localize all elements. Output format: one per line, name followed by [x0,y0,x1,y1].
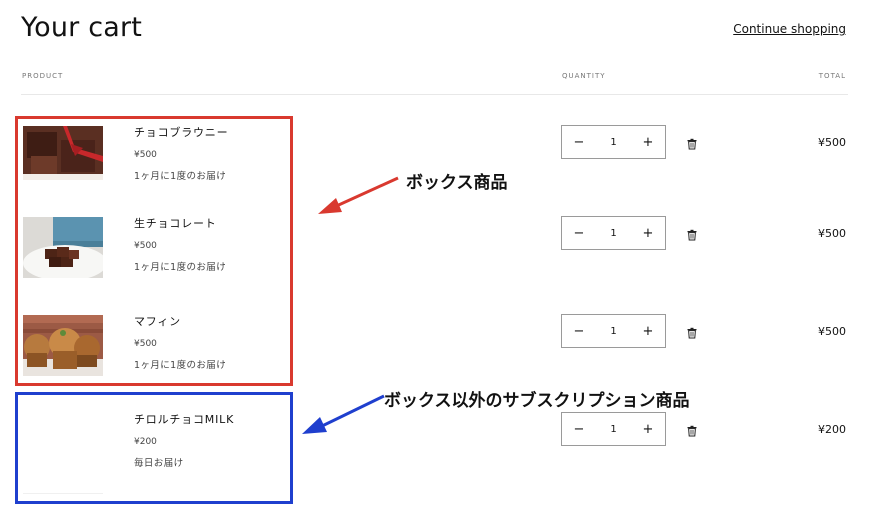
quantity-input[interactable]: 1 [596,228,631,239]
increase-button[interactable]: + [631,422,665,437]
blue-arrow-icon [302,394,385,434]
line-total: ¥500 [818,227,846,240]
increase-button[interactable]: + [631,135,665,150]
line-total: ¥200 [818,423,846,436]
red-arrow-icon [318,176,399,214]
trash-icon[interactable] [686,425,698,437]
quantity-input[interactable]: 1 [596,326,631,337]
line-total: ¥500 [818,136,846,149]
quantity-stepper: − 1 + [561,125,666,159]
header-total: TOTAL [818,72,846,80]
trash-icon[interactable] [686,138,698,150]
decrease-button[interactable]: − [562,226,596,241]
trash-icon[interactable] [686,327,698,339]
other-subscription-highlight [15,392,293,504]
quantity-stepper: − 1 + [561,314,666,348]
quantity-input[interactable]: 1 [596,137,631,148]
quantity-stepper: − 1 + [561,216,666,250]
quantity-stepper: − 1 + [561,412,666,446]
box-items-label: ボックス商品 [406,173,508,193]
increase-button[interactable]: + [631,226,665,241]
quantity-input[interactable]: 1 [596,424,631,435]
header-quantity: QUANTITY [562,72,606,80]
header-product: PRODUCT [22,72,64,80]
trash-icon[interactable] [686,229,698,241]
header-divider [21,94,848,95]
continue-shopping-link[interactable]: Continue shopping [733,22,846,36]
box-items-highlight [15,116,293,386]
decrease-button[interactable]: − [562,135,596,150]
increase-button[interactable]: + [631,324,665,339]
decrease-button[interactable]: − [562,324,596,339]
line-total: ¥500 [818,325,846,338]
page-title: Your cart [21,12,143,43]
decrease-button[interactable]: − [562,422,596,437]
other-subscription-label: ボックス以外のサブスクリプション商品 [384,391,690,411]
